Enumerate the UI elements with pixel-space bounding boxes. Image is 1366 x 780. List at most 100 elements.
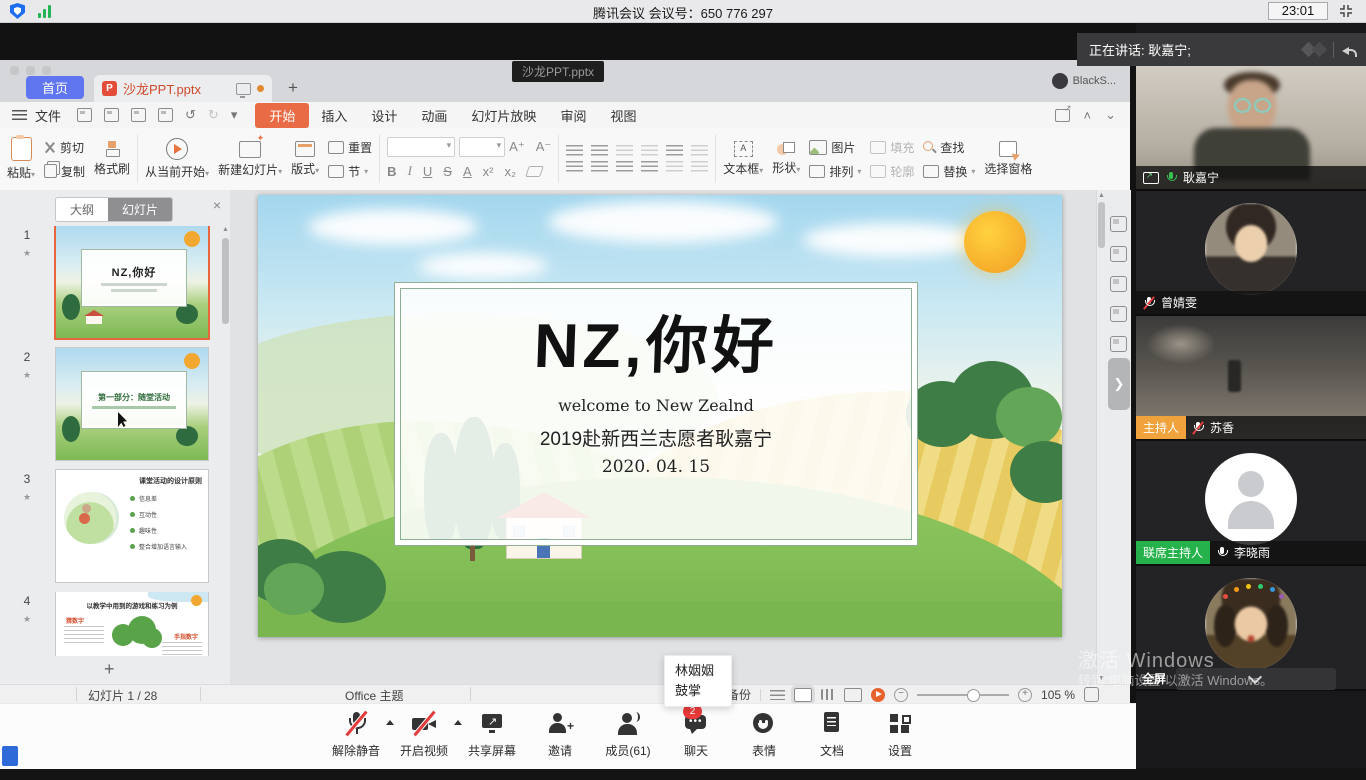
section-button[interactable]: 节▾ [328, 161, 372, 181]
toolbar-button-chat[interactable]: •••2聊天 [662, 710, 730, 759]
ribbon-tab-审阅[interactable]: 审阅 [548, 104, 598, 127]
underline-button[interactable]: U [423, 164, 432, 179]
undo-icon[interactable]: ↺ [185, 107, 196, 123]
qat-dropdown-icon[interactable]: ▾ [231, 107, 238, 123]
fill-button[interactable]: 填充 [870, 137, 914, 157]
line-spacing-icon[interactable] [691, 161, 708, 173]
arrange-button[interactable]: 排列▾ [809, 161, 861, 181]
play-from-current-button[interactable]: 从当前开始▾ [145, 133, 209, 185]
canvas-scrollbar[interactable]: ▲ ▼ [1097, 190, 1106, 684]
picture-button[interactable]: 图片 [809, 137, 861, 157]
window-control-dots[interactable] [10, 66, 51, 75]
format-painter-button[interactable]: 格式刷 [94, 133, 130, 185]
selection-pane-button[interactable]: 选择窗格 [984, 133, 1032, 185]
zoom-out-icon[interactable]: − [894, 688, 908, 702]
replace-button[interactable]: 替换▾ [923, 161, 975, 181]
decrease-font-button[interactable]: A⁻ [536, 139, 552, 155]
slide-thumbnail-3[interactable]: 课堂活动的设计原则信息差互动性趣味性整合增加语言输入 [56, 470, 208, 582]
shapes-button[interactable]: 形状▾ [772, 133, 800, 185]
animation-pane-icon[interactable] [1110, 276, 1127, 292]
fullscreen-label[interactable]: 全屏 [1142, 670, 1166, 687]
toolbar-button-invite[interactable]: +邀请 [526, 710, 594, 759]
normal-view-icon[interactable] [794, 688, 812, 702]
participant-tile-曾婧雯[interactable]: 曾婧雯 [1136, 191, 1366, 316]
print-preview-icon[interactable] [158, 108, 173, 122]
menu-burger-icon[interactable] [12, 110, 27, 120]
share-icon[interactable] [1055, 109, 1070, 122]
add-slide-button[interactable]: + [104, 659, 115, 680]
collapse-sidebar-bar[interactable] [1176, 668, 1336, 690]
align-center-icon[interactable] [591, 161, 608, 173]
font-size-select[interactable] [459, 137, 505, 157]
tab-slides[interactable]: 幻灯片 [108, 198, 172, 221]
ribbon-tab-开始[interactable]: 开始 [255, 103, 309, 128]
toolbar-button-share-screen[interactable]: ↗共享屏幕 [458, 710, 526, 759]
save-icon[interactable] [104, 108, 119, 122]
copy-button[interactable]: 复制 [44, 161, 85, 181]
subscript-button[interactable]: x₂ [504, 164, 516, 179]
text-direction-icon[interactable] [666, 145, 683, 157]
decrease-indent-icon[interactable] [616, 145, 633, 157]
columns-icon[interactable] [691, 145, 708, 157]
reading-view-icon[interactable] [844, 688, 862, 702]
account-chip[interactable]: BlackS... [1052, 73, 1116, 89]
layout-pane-icon[interactable] [1110, 246, 1127, 262]
taskbar-app-icon[interactable] [2, 746, 18, 766]
justify-icon[interactable] [641, 161, 658, 173]
zoom-in-icon[interactable]: + [1018, 688, 1032, 702]
align-right-icon[interactable] [616, 161, 633, 173]
superscript-button[interactable]: x² [483, 164, 494, 179]
numbered-list-icon[interactable] [591, 145, 608, 157]
slide-thumbnail-2[interactable]: 第一部分：随堂活动 [56, 348, 208, 460]
ribbon-tab-动画[interactable]: 动画 [409, 104, 459, 127]
panel-close-icon[interactable]: × [213, 198, 221, 212]
fit-window-icon[interactable] [1084, 687, 1099, 702]
transition-pane-icon[interactable] [1110, 216, 1127, 232]
new-tab-button[interactable]: + [288, 78, 298, 98]
outline-button[interactable]: 轮廓 [870, 161, 914, 181]
increase-indent-icon[interactable] [641, 145, 658, 157]
reset-button[interactable]: 重置 [328, 137, 372, 157]
toolbar-button-camera[interactable]: 开启视频 [390, 710, 458, 759]
document-tab[interactable]: P 沙龙PPT.pptx [94, 75, 272, 102]
bold-button[interactable]: B [387, 164, 396, 179]
participant-tile-耿嘉宁[interactable]: 耿嘉宁 [1136, 66, 1366, 191]
current-slide[interactable]: NZ,你好 welcome to New Zealnd 2019赴新西兰志愿者耿… [258, 195, 1062, 637]
wps-home-button[interactable]: 首页 [26, 76, 84, 99]
ribbon-tab-插入[interactable]: 插入 [309, 104, 359, 127]
slide-sorter-icon[interactable] [821, 689, 835, 700]
open-icon[interactable] [77, 108, 92, 122]
ribbon-tab-视图[interactable]: 视图 [598, 104, 648, 127]
zoom-slider-handle[interactable] [967, 689, 980, 702]
tab-outline[interactable]: 大纲 [56, 198, 108, 221]
zoom-slider[interactable] [917, 694, 1009, 696]
toolbar-button-settings[interactable]: 设置 [866, 710, 934, 759]
slide-layout-button[interactable]: 版式▾ [291, 133, 319, 185]
collapse-window-icon[interactable] [1338, 3, 1354, 19]
bullet-list-icon[interactable] [566, 145, 583, 157]
slideshow-play-icon[interactable] [871, 688, 885, 702]
slide-canvas[interactable]: NZ,你好 welcome to New Zealnd 2019赴新西兰志愿者耿… [230, 190, 1096, 684]
sidebar-expand-handle[interactable]: ❯ [1108, 358, 1130, 410]
participant-tile-李晓雨[interactable]: 联席主持人李晓雨 [1136, 441, 1366, 566]
toolbar-button-document[interactable]: 文档 [798, 710, 866, 759]
return-arrow-icon[interactable] [1342, 44, 1356, 56]
collapse-ribbon-icon[interactable]: ˄ [1084, 108, 1092, 123]
chat-notification-popup[interactable]: 林姻姻 鼓掌 [664, 655, 732, 707]
strikethrough-button[interactable]: S [443, 164, 452, 179]
toolbar-button-members[interactable]: 成员(61) [594, 710, 662, 759]
slide-thumbnail-4[interactable]: 以教学中用到的游戏和练习为例猜数字手指数字 [56, 592, 208, 656]
find-button[interactable]: 查找 [923, 137, 975, 157]
history-pane-icon[interactable] [1110, 336, 1127, 352]
slide-thumbnail-1[interactable]: NZ,你好 [56, 226, 208, 338]
text-box-button[interactable]: A 文本框▾ [723, 133, 763, 185]
more-menu-icon[interactable]: ⌄ [1105, 107, 1116, 123]
properties-pane-icon[interactable] [1110, 306, 1127, 322]
font-name-select[interactable] [387, 137, 455, 157]
increase-font-button[interactable]: A⁺ [509, 139, 525, 155]
panel-scrollbar[interactable]: ▲ [222, 226, 229, 666]
paste-button[interactable]: 粘贴▾ [7, 133, 35, 185]
new-slide-button[interactable]: 新建幻灯片▾ [218, 133, 282, 185]
ribbon-tab-设计[interactable]: 设计 [359, 104, 409, 127]
file-menu[interactable]: 文件 [35, 106, 61, 125]
